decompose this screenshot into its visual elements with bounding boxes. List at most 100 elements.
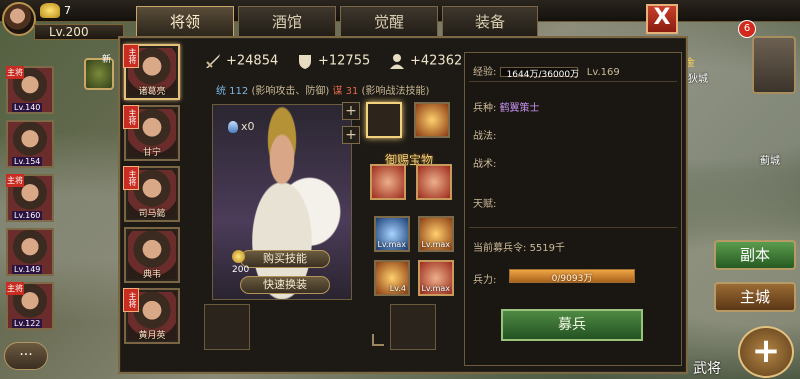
general-card[interactable]: 主将 黄月英 [123,288,180,344]
attributes-line: 统 112 (影响攻击、防御) 谋 31 (影响战法技能) [216,82,429,97]
skill-slot-4[interactable]: Lv.max [418,260,454,296]
strategy-attribute: 谋 31 [332,86,359,97]
talent-label: 天赋: [473,199,497,210]
equipment-slot-selected[interactable] [366,102,402,138]
command-desc: (影响攻击、防御) [251,86,330,97]
recruit-order-value: 5519千 [529,243,566,254]
corner-arrow-icon [372,334,384,346]
skill-level: Lv.max [421,240,450,249]
quick-swap-button[interactable]: 快速换装 [240,276,330,294]
tab-awaken[interactable]: 觉醒 [340,6,438,36]
skill-level: Lv.4 [389,284,406,293]
sword-icon [206,54,220,68]
dungeon-button[interactable]: 副本 [714,240,796,270]
strategy-desc: (影响战法技能) [361,86,430,97]
tactic-label: 战法: [473,131,497,142]
exp-value: 1644万/36000万 [506,70,580,80]
side-hero-level: Lv.160 [12,211,43,220]
map-button[interactable] [752,36,796,94]
side-hero-4[interactable]: Lv.149 [6,228,54,276]
close-button[interactable]: X [646,4,678,34]
general-name: 诸葛亮 [138,87,166,97]
skill-slot-1[interactable]: Lv.max [374,216,410,252]
side-hero-level: Lv.149 [12,265,43,274]
stats-row: +24854 +12755 +42362 [204,52,494,74]
weapon-slot[interactable] [390,304,436,350]
main-general-badge: 主将 [6,282,24,295]
gem-value: x0 [241,120,255,133]
troops-value: +42362 [410,53,463,69]
skill-level: Lv.max [377,240,406,249]
city-label-dicheng[interactable]: 狄城 [688,70,708,85]
expand-menu-button[interactable]: + [738,326,794,378]
general-list: 主将 诸葛亮 主将 甘宁 主将 司马懿 典韦 主将 黄月英 [123,44,188,349]
side-hero-level: Lv.122 [12,319,43,328]
troops-stat: +42362 [388,52,462,70]
troops-label: 兵力: [473,275,497,286]
tab-equipment[interactable]: 装备 [442,6,538,36]
attack-stat: +24854 [204,52,278,70]
troop-type-value[interactable]: 鹤翼策士 [500,103,540,114]
divider [469,81,677,82]
treasure-slot-2[interactable] [416,164,452,200]
defense-value: +12755 [318,53,371,69]
main-general-badge: 主将 [123,166,139,190]
treasure-slot-1[interactable] [370,164,406,200]
buy-skill-button[interactable]: 购买技能 [240,250,330,268]
skill-slot-3[interactable]: Lv.4 [374,260,410,296]
gem-count: x0 [228,120,255,133]
general-card[interactable]: 主将 甘宁 [123,105,180,161]
side-hero-1[interactable]: 主将 Lv.140 [6,66,54,114]
general-panel: 主将 诸葛亮 主将 甘宁 主将 司马懿 典韦 主将 黄月英 +24854 +12… [118,36,688,374]
exp-line: 经验: 1644万/36000万 Lv.169 [473,63,620,80]
defense-stat: +12755 [296,52,370,70]
generals-label[interactable]: 武将 [693,358,721,378]
troops-bar-value: 0/9093万 [551,274,593,284]
coin-count: 200 [232,265,250,275]
main-general-badge: 主将 [123,105,139,129]
exp-label: 经验: [473,67,497,78]
general-card[interactable]: 主将 诸葛亮 [123,44,180,100]
general-card[interactable]: 主将 司马懿 [123,166,180,222]
city-label-jicheng[interactable]: 蓟城 [760,152,780,167]
chat-button[interactable]: ··· [4,342,48,370]
exp-bar: 1644万/36000万 [499,67,580,80]
new-label: 新 [102,55,112,65]
command-attribute: 统 112 [216,86,249,97]
soldier-icon [390,54,404,69]
gem-icon [228,121,238,133]
attack-value: +24854 [226,53,279,69]
main-city-button[interactable]: 主城 [714,282,796,312]
skill-slot-2[interactable]: Lv.max [418,216,454,252]
troop-type-label: 兵种: [473,103,497,114]
coin-icon [232,250,245,263]
general-card[interactable]: 典韦 [124,227,180,283]
main-general-badge: 主将 [6,174,24,187]
main-general-badge: 主将 [123,44,139,68]
mount-slot[interactable] [204,304,250,350]
recruit-button[interactable]: 募兵 [501,309,643,341]
general-level: Lv.169 [586,67,620,78]
buy-skill-label: 购买技能 [263,252,307,265]
general-name: 司马懿 [138,209,166,219]
tab-generals[interactable]: 将领 [136,6,234,36]
side-hero-3[interactable]: 主将 Lv.160 [6,174,54,222]
equipment-slot[interactable] [414,102,450,138]
side-hero-5[interactable]: 主将 Lv.122 [6,282,54,330]
add-slot-button[interactable]: + [342,126,360,144]
troops-bar: 0/9093万 [509,269,635,284]
gold-ingot-icon [40,3,60,18]
gold-amount: 7 [64,4,71,17]
recruit-order-line: 当前募兵令: 5519千 [473,239,565,254]
general-info-panel: 经验: 1644万/36000万 Lv.169 兵种: 鹤翼策士 战法: 战术:… [464,52,682,366]
player-avatar[interactable] [2,2,36,36]
shield-icon [299,55,311,69]
recruit-order-label: 当前募兵令: [473,243,527,254]
general-name: 甘宁 [142,148,161,158]
skill-label: 战术: [473,159,497,170]
side-hero-2[interactable]: Lv.154 [6,120,54,168]
general-name: 黄月英 [138,331,166,341]
notification-count: 6 [738,20,756,38]
tab-tavern[interactable]: 酒馆 [238,6,336,36]
add-slot-button[interactable]: + [342,102,360,120]
